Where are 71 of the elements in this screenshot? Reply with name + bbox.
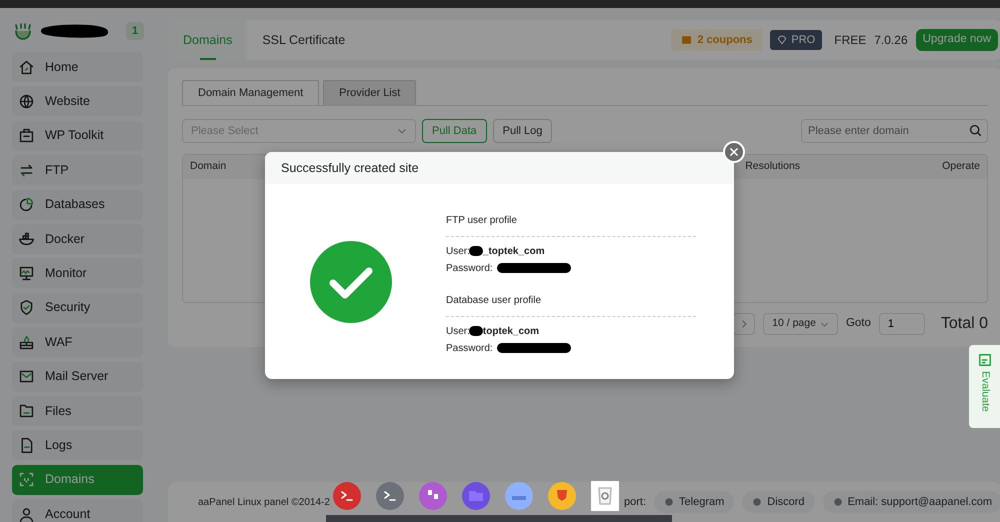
app-icon[interactable] xyxy=(333,481,361,511)
field-label: User: xyxy=(446,324,470,338)
goto-label: Goto xyxy=(846,316,871,332)
sidebar-item[interactable]: Website xyxy=(12,86,143,116)
page-size-select[interactable]: 10 / page xyxy=(763,313,838,335)
copyright-text: aaPanel Linux panel ©2014-2 xyxy=(198,496,330,510)
sidebar-item[interactable]: FTP xyxy=(12,155,143,186)
close-icon xyxy=(729,147,739,157)
tab[interactable]: Domain Management xyxy=(182,80,320,105)
ticket-icon xyxy=(681,35,692,45)
edition-label: FREE xyxy=(834,32,866,49)
field-label: Password: xyxy=(446,262,493,276)
success-check-icon xyxy=(310,240,392,322)
sidebar-item[interactable]: Docker xyxy=(12,224,143,254)
dialog-title: Successfully created site xyxy=(265,152,734,184)
column-header: Domain xyxy=(190,159,226,174)
sidebar-item[interactable]: Home xyxy=(12,52,143,82)
sidebar-item[interactable]: Files xyxy=(12,396,143,426)
note-edit-icon xyxy=(978,353,992,367)
mail-icon xyxy=(18,368,35,386)
redaction-mark xyxy=(40,24,108,38)
support-link[interactable]: Telegram xyxy=(654,490,734,514)
pie-chart-icon xyxy=(18,196,35,214)
support-link[interactable]: Discord xyxy=(742,490,815,514)
app-icon[interactable] xyxy=(376,481,404,511)
field-label: User: xyxy=(446,244,470,258)
house-icon xyxy=(18,58,35,76)
support-link[interactable]: Email: support@aapanel.com xyxy=(822,490,1000,514)
user-icon xyxy=(18,506,35,522)
firewall-icon xyxy=(18,334,35,351)
tab[interactable]: Provider List xyxy=(323,80,416,105)
sidebar-item[interactable]: WAF xyxy=(12,327,143,358)
sidebar-item[interactable]: Databases xyxy=(12,190,143,220)
sidebar-item[interactable]: Logs xyxy=(12,430,143,460)
sidebar-item[interactable]: Security xyxy=(12,292,143,323)
field-value: toptek_com xyxy=(482,324,540,338)
search-icon xyxy=(969,124,982,137)
section-heading: FTP user profile xyxy=(446,208,696,236)
shield-icon xyxy=(18,299,35,316)
pro-badge[interactable]: PRO xyxy=(770,30,822,50)
monitor-icon xyxy=(18,264,35,282)
toolbox-icon xyxy=(18,127,35,144)
app-icon[interactable] xyxy=(591,481,619,511)
field-value: _toptek_com xyxy=(482,244,545,258)
total-label: Total 0 xyxy=(940,314,988,334)
globe-icon xyxy=(18,92,35,110)
next-page-button[interactable] xyxy=(733,313,756,335)
search-field[interactable]: Please enter domain xyxy=(801,119,988,143)
page-input[interactable]: 1 xyxy=(878,313,925,335)
chevron-down-icon xyxy=(397,126,407,136)
sidebar-item[interactable]: Account xyxy=(12,499,143,522)
evaluate-tab[interactable]: Evaluate xyxy=(969,345,1000,428)
notification-badge: 1 xyxy=(126,22,144,40)
folder-icon xyxy=(18,402,35,420)
logo-icon xyxy=(12,21,34,41)
pull-button[interactable]: Pull Log xyxy=(492,119,552,143)
app-icon[interactable] xyxy=(419,481,447,511)
sidebar-item[interactable]: Monitor xyxy=(12,258,143,288)
version-label: 7.0.26 xyxy=(874,32,908,49)
tab[interactable]: SSL Certificate xyxy=(247,20,360,60)
column-header: Resolutions xyxy=(745,159,800,174)
domain-icon xyxy=(18,471,35,488)
sidebar-item[interactable]: WP Toolkit xyxy=(12,120,143,151)
diamond-icon xyxy=(777,35,788,45)
sidebar-item[interactable]: Mail Server xyxy=(12,362,143,392)
field-label: Password: xyxy=(446,342,493,356)
support-label: port: xyxy=(624,494,646,510)
app-icon[interactable] xyxy=(548,481,576,511)
section-heading: Database user profile xyxy=(446,288,696,316)
arrows-icon xyxy=(18,162,35,179)
column-header: Operate xyxy=(942,159,980,174)
